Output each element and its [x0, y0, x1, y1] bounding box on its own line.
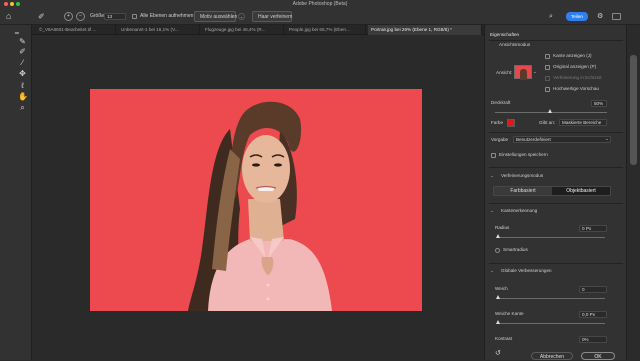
- smooth-slider-track[interactable]: [497, 298, 605, 299]
- sample-all-layers-checkbox[interactable]: [132, 14, 137, 19]
- show-edge-label: Kante anzeigen (J): [553, 53, 592, 58]
- ok-button[interactable]: OK: [581, 352, 615, 360]
- view-mode-thumbnail[interactable]: [514, 65, 532, 80]
- high-quality-preview-label: Hochwertige Vorschau: [553, 86, 599, 91]
- workspace-icon[interactable]: [612, 13, 621, 20]
- radius-slider-track[interactable]: [497, 237, 605, 238]
- reset-icon[interactable]: ↺: [495, 350, 501, 357]
- object-aware-button[interactable]: Objektbasiert: [552, 187, 610, 195]
- zoom-window-icon[interactable]: [16, 2, 20, 6]
- preset-dropdown-icon[interactable]: ⌄: [605, 136, 609, 142]
- global-refinements-collapse-icon[interactable]: ⌄: [490, 268, 494, 274]
- minimize-window-icon[interactable]: [10, 2, 14, 6]
- document-tab-active[interactable]: Portrait.jpg bei 26% (Ebene 1, RGB/8) *: [368, 25, 482, 35]
- opacity-field[interactable]: 50%: [591, 100, 607, 107]
- document-tab[interactable]: People.jpg bei 66,7% (Eben...: [286, 25, 366, 35]
- window-title: Adobe Photoshop (Beta): [292, 1, 348, 7]
- quick-selection-tool-icon[interactable]: ✐: [38, 11, 45, 22]
- options-bar: ⌂ ✐ + − Größe: 13 Alle Ebenen aufnehmen …: [0, 8, 640, 25]
- select-subject-dropdown-icon[interactable]: ⌄: [238, 13, 245, 20]
- object-selection-icon[interactable]: ✥: [18, 69, 27, 78]
- view-mode-dropdown-icon[interactable]: ⌄: [533, 69, 537, 75]
- cancel-button[interactable]: Abbrechen: [531, 352, 573, 360]
- close-window-icon[interactable]: [4, 2, 8, 6]
- document-tab[interactable]: ©_V6A6601-Bearbeitet.tif ...: [36, 25, 116, 35]
- high-quality-preview-checkbox[interactable]: [545, 87, 550, 92]
- contrast-field[interactable]: 0%: [579, 336, 607, 343]
- tools-panel: ◂◂ ✎ ✐ ∕ ✥ ℓ ✋ ⌕: [0, 25, 32, 360]
- global-refinements-section-title: Globale Verbesserungen: [501, 268, 552, 273]
- view-label: Ansicht:: [496, 70, 513, 75]
- document-tab[interactable]: Flugzeuge.jpg bei 46,4% (R...: [202, 25, 284, 35]
- search-icon[interactable]: ⌕: [549, 11, 553, 22]
- edge-detection-collapse-icon[interactable]: ⌄: [490, 208, 494, 214]
- panel-divider: [489, 132, 623, 133]
- feather-label: Weiche Kante: [495, 311, 524, 316]
- document-tabs: ©_V6A6601-Bearbeitet.tif ... Unbenannt-1…: [32, 25, 484, 35]
- panel-divider: [489, 167, 623, 168]
- zoom-icon[interactable]: ⌕: [18, 103, 27, 112]
- opacity-slider-knob[interactable]: [548, 109, 552, 113]
- indicates-dropdown[interactable]: Maskierte Bereiche: [559, 119, 607, 126]
- refine-mode-section-title: Verfeinerungsmodus: [501, 173, 544, 178]
- lasso-icon[interactable]: ℓ: [18, 81, 27, 90]
- panel-divider: [489, 40, 623, 41]
- brush-tool-icon[interactable]: ✎: [18, 37, 27, 46]
- size-field[interactable]: 13: [104, 13, 126, 20]
- portrait-figure: [90, 89, 422, 311]
- feather-field[interactable]: 0,0 Px: [579, 311, 607, 318]
- realtime-refine-checkbox[interactable]: [545, 76, 550, 81]
- share-button[interactable]: Teilen: [566, 12, 588, 21]
- brush-icon[interactable]: ∕: [18, 58, 27, 67]
- canvas-area[interactable]: [32, 35, 484, 360]
- document-tab[interactable]: Unbenannt-1 bei 16,1% (V...: [118, 25, 200, 35]
- settings-icon[interactable]: ⚙: [597, 11, 603, 22]
- color-aware-button[interactable]: Farbbasiert: [494, 187, 552, 195]
- opacity-label: Deckkraft: [491, 100, 511, 105]
- realtime-refine-label: Verfeinerung in Echtzeit: [553, 75, 602, 80]
- select-subject-button[interactable]: Motiv auswählen: [194, 11, 237, 22]
- smart-radius-label: Smartradius: [503, 247, 528, 252]
- home-icon[interactable]: ⌂: [6, 11, 11, 22]
- panel-divider: [489, 263, 623, 264]
- properties-panel: Eigenschaften Ansichtsmodus Ansicht: ⌄ K…: [484, 25, 626, 360]
- view-mode-section-title: Ansichtsmodus: [499, 42, 531, 47]
- panel-scrollbar-thumb[interactable]: [630, 55, 637, 165]
- tools-collapse-icon[interactable]: ◂◂: [12, 28, 21, 37]
- color-swatch[interactable]: [507, 119, 515, 127]
- panel-title: Eigenschaften: [490, 32, 520, 37]
- panel-scrollbar[interactable]: [626, 25, 640, 360]
- radius-slider-knob[interactable]: [496, 234, 500, 238]
- hand-icon[interactable]: ✋: [18, 92, 28, 101]
- preset-label: Vorgabe: [491, 137, 509, 142]
- smooth-field[interactable]: 0: [579, 286, 607, 293]
- refine-hair-button[interactable]: Haar verfeinern: [252, 11, 292, 22]
- show-original-label: Original anzeigen (P): [553, 64, 597, 69]
- sample-all-layers-label: Alle Ebenen aufnehmen: [140, 13, 194, 19]
- smooth-label: Weich: [495, 286, 508, 291]
- edge-detection-section-title: Kantenerkennung: [501, 208, 538, 213]
- show-original-checkbox[interactable]: [545, 65, 550, 70]
- portrait-image[interactable]: [90, 89, 422, 311]
- smart-radius-checkbox[interactable]: [495, 248, 500, 253]
- indicates-label: Gibt an:: [539, 120, 556, 125]
- feather-slider-knob[interactable]: [496, 320, 500, 324]
- feather-slider-track[interactable]: [497, 323, 605, 324]
- color-label: Farbe: [491, 120, 504, 125]
- refine-mode-collapse-icon[interactable]: ⌄: [490, 173, 494, 179]
- contrast-label: Kontrast: [495, 336, 513, 341]
- preset-dropdown[interactable]: Benutzerdefiniert: [513, 136, 611, 143]
- save-settings-label: Einstellungen speichern: [499, 152, 548, 157]
- title-bar: Adobe Photoshop (Beta): [0, 0, 640, 8]
- add-to-selection-icon[interactable]: +: [64, 12, 73, 21]
- smooth-slider-knob[interactable]: [496, 295, 500, 299]
- refine-mode-toggle: Farbbasiert Objektbasiert: [493, 186, 611, 196]
- save-settings-checkbox[interactable]: [491, 153, 496, 158]
- show-edge-checkbox[interactable]: [545, 54, 550, 59]
- radius-label: Radius: [495, 225, 510, 230]
- radius-field[interactable]: 0 Px: [579, 225, 607, 232]
- subtract-from-selection-icon[interactable]: −: [76, 12, 85, 21]
- quick-selection-icon[interactable]: ✐: [18, 47, 27, 56]
- panel-divider: [489, 203, 623, 204]
